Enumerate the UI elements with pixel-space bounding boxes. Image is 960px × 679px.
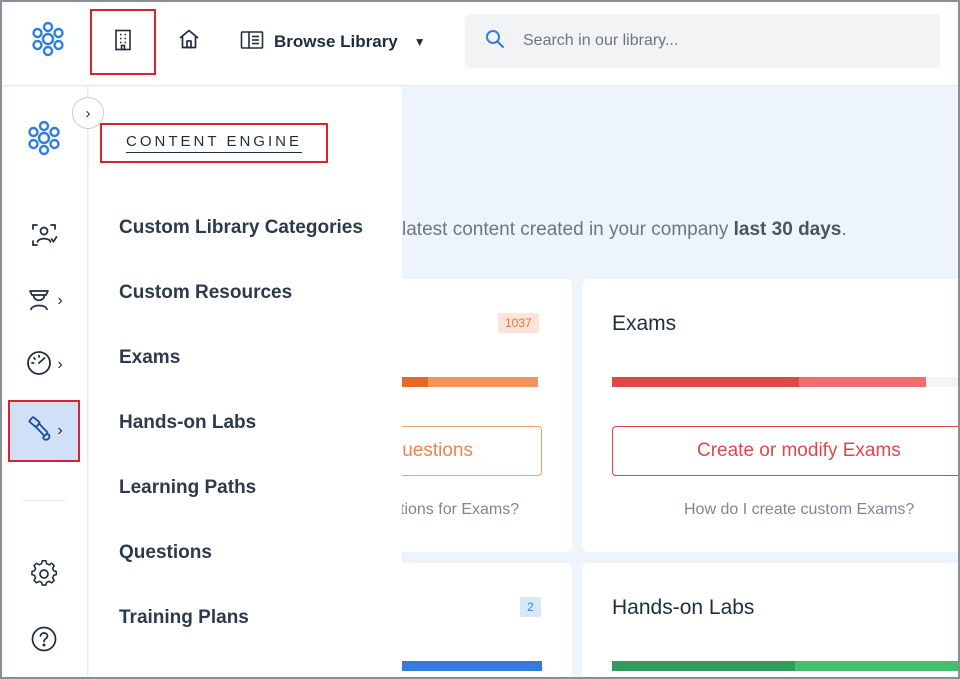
rail-divider (22, 500, 66, 501)
chevron-right-icon: › (57, 422, 63, 439)
questions-bar-secondary (428, 377, 538, 387)
rail-help[interactable] (8, 610, 80, 672)
chevron-right-icon: › (85, 104, 91, 122)
intro-text: latest content created in your company l… (402, 219, 847, 240)
menu-item-hands-on-labs[interactable]: Hands-on Labs (119, 412, 256, 434)
caret-down-icon: ▼ (413, 35, 426, 49)
menu-item-questions[interactable]: Questions (119, 542, 212, 564)
intro-bold: last 30 days (733, 219, 842, 240)
exams-bar-secondary (799, 377, 926, 387)
exams-bar-primary (612, 377, 799, 387)
home-button[interactable] (172, 24, 206, 58)
content-engine-title: CONTENT ENGINE (100, 123, 328, 163)
chevron-right-icon: › (57, 356, 63, 373)
gear-icon (30, 559, 58, 593)
hands-on-labs-card-title: Hands-on Labs (612, 596, 755, 619)
labs-bar-primary (612, 661, 795, 671)
menu-item-custom-library-categories[interactable]: Custom Library Categories (119, 217, 363, 239)
browse-library-dropdown[interactable]: Browse Library ▼ (240, 26, 426, 58)
app-logo-icon[interactable] (29, 20, 67, 58)
gauge-icon (25, 349, 53, 382)
top-bar: Browse Library ▼ (2, 2, 958, 86)
search-bar (465, 14, 940, 68)
menu-item-exams[interactable]: Exams (119, 347, 180, 369)
questions-count-badge: 1037 (498, 313, 539, 333)
menu-item-custom-resources[interactable]: Custom Resources (119, 282, 292, 304)
exams-card: Exams Create or modify Exams How do I cr… (582, 279, 958, 552)
rail-training[interactable]: › (8, 270, 80, 332)
graduate-icon (25, 285, 53, 318)
home-icon (177, 27, 201, 56)
hands-on-labs-card: Hands-on Labs (582, 563, 958, 677)
users-scan-icon (30, 221, 58, 254)
app-window: Browse Library ▼ latest content created … (0, 0, 960, 679)
rail-settings[interactable] (8, 545, 80, 607)
paint-brush-icon (25, 415, 53, 448)
search-input[interactable] (523, 32, 903, 50)
building-icon (111, 28, 135, 57)
menu-item-learning-paths[interactable]: Learning Paths (119, 477, 256, 499)
exams-card-title: Exams (612, 312, 677, 335)
exams-bar-remaining (926, 377, 958, 387)
library-book-icon (240, 30, 264, 55)
rail-content-engine[interactable]: › (8, 400, 80, 462)
company-button[interactable] (90, 9, 156, 75)
questions-help-link[interactable]: tions for Exams? (400, 501, 519, 519)
rail-logo-icon[interactable] (14, 107, 74, 169)
rail-analytics[interactable]: › (8, 334, 80, 396)
create-modify-exams-button[interactable]: Create or modify Exams (612, 426, 958, 476)
rail-users[interactable] (8, 206, 80, 268)
browse-library-label: Browse Library (274, 32, 398, 51)
search-icon[interactable] (485, 29, 505, 54)
collapse-panel-button[interactable]: › (72, 97, 104, 129)
side-rail: › › › (2, 87, 88, 677)
content-engine-panel: CONTENT ENGINE Custom Library Categories… (89, 87, 402, 677)
labs-bar-secondary (795, 661, 958, 671)
second-left-count-badge: 2 (520, 597, 541, 617)
chevron-right-icon: › (57, 292, 63, 309)
menu-item-training-plans[interactable]: Training Plans (119, 607, 249, 629)
help-question-icon (30, 625, 58, 658)
exams-help-link[interactable]: How do I create custom Exams? (684, 501, 914, 519)
